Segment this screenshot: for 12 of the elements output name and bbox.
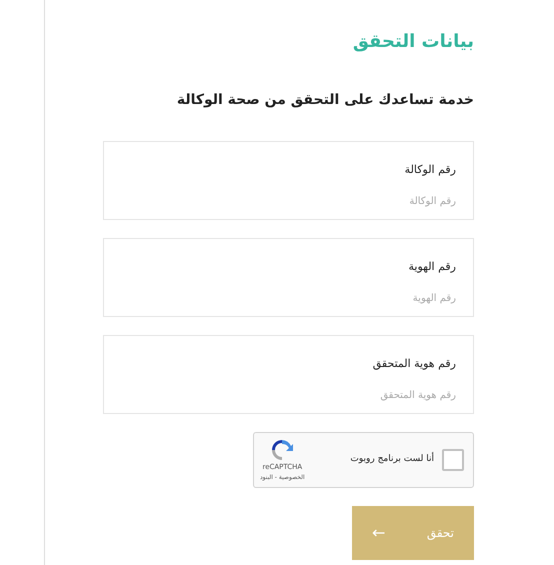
field-label: رقم هوية المتحقق	[372, 356, 456, 372]
arrow-icon: ←	[372, 521, 386, 545]
page-title: بيانات التحقق	[352, 30, 474, 54]
field-label: رقم الهوية	[407, 259, 456, 275]
recaptcha-icon	[270, 438, 294, 462]
field-label: رقم الوكالة	[404, 162, 456, 178]
captcha-checkbox[interactable]	[442, 449, 464, 471]
input-field[interactable]: رقم الوكالة	[121, 194, 456, 208]
captcha-label: أنا لست برنامج روبوت	[349, 453, 434, 466]
page-subtitle: خدمة تساعدك على التحقق من صحة الوكالة	[176, 91, 474, 110]
input-field[interactable]: رقم الهوية	[121, 290, 456, 306]
input-field[interactable]: رقم هوية المتحقق	[121, 388, 456, 402]
